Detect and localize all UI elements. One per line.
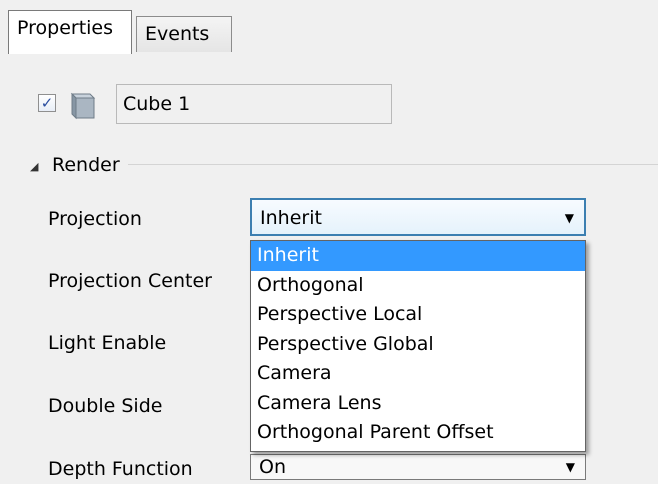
option-orthogonal-parent-offset[interactable]: Orthogonal Parent Offset bbox=[251, 418, 585, 448]
label-light-enable: Light Enable bbox=[48, 332, 167, 354]
depth-function-select[interactable]: On ▼ bbox=[250, 454, 586, 480]
depth-function-value: On bbox=[259, 456, 286, 478]
section-title-render[interactable]: Render bbox=[52, 151, 120, 179]
tab-bar: Properties Events bbox=[0, 0, 658, 54]
label-depth-function: Depth Function bbox=[48, 458, 193, 480]
collapse-arrow-icon[interactable]: ◢ bbox=[30, 160, 38, 173]
dropdown-arrow-icon: ▼ bbox=[565, 460, 575, 474]
label-projection-center: Projection Center bbox=[48, 270, 212, 292]
section-divider bbox=[128, 164, 658, 165]
option-perspective-global[interactable]: Perspective Global bbox=[251, 330, 585, 360]
tab-properties[interactable]: Properties bbox=[8, 10, 132, 54]
cube-icon bbox=[70, 92, 96, 120]
option-camera[interactable]: Camera bbox=[251, 359, 585, 389]
dropdown-arrow-icon: ▼ bbox=[564, 211, 574, 225]
label-double-side: Double Side bbox=[48, 395, 163, 417]
projection-select[interactable]: Inherit ▼ bbox=[250, 198, 586, 236]
object-name-field[interactable]: Cube 1 bbox=[116, 84, 392, 124]
object-enabled-checkbox[interactable]: ✓ bbox=[38, 94, 56, 112]
projection-select-value: Inherit bbox=[260, 207, 322, 229]
option-inherit[interactable]: Inherit bbox=[251, 241, 585, 271]
projection-dropdown-list: Inherit Orthogonal Perspective Local Per… bbox=[250, 240, 586, 452]
label-projection: Projection bbox=[48, 208, 142, 230]
option-perspective-local[interactable]: Perspective Local bbox=[251, 300, 585, 330]
option-camera-lens[interactable]: Camera Lens bbox=[251, 389, 585, 419]
option-orthogonal[interactable]: Orthogonal bbox=[251, 271, 585, 301]
tab-events[interactable]: Events bbox=[136, 16, 232, 54]
